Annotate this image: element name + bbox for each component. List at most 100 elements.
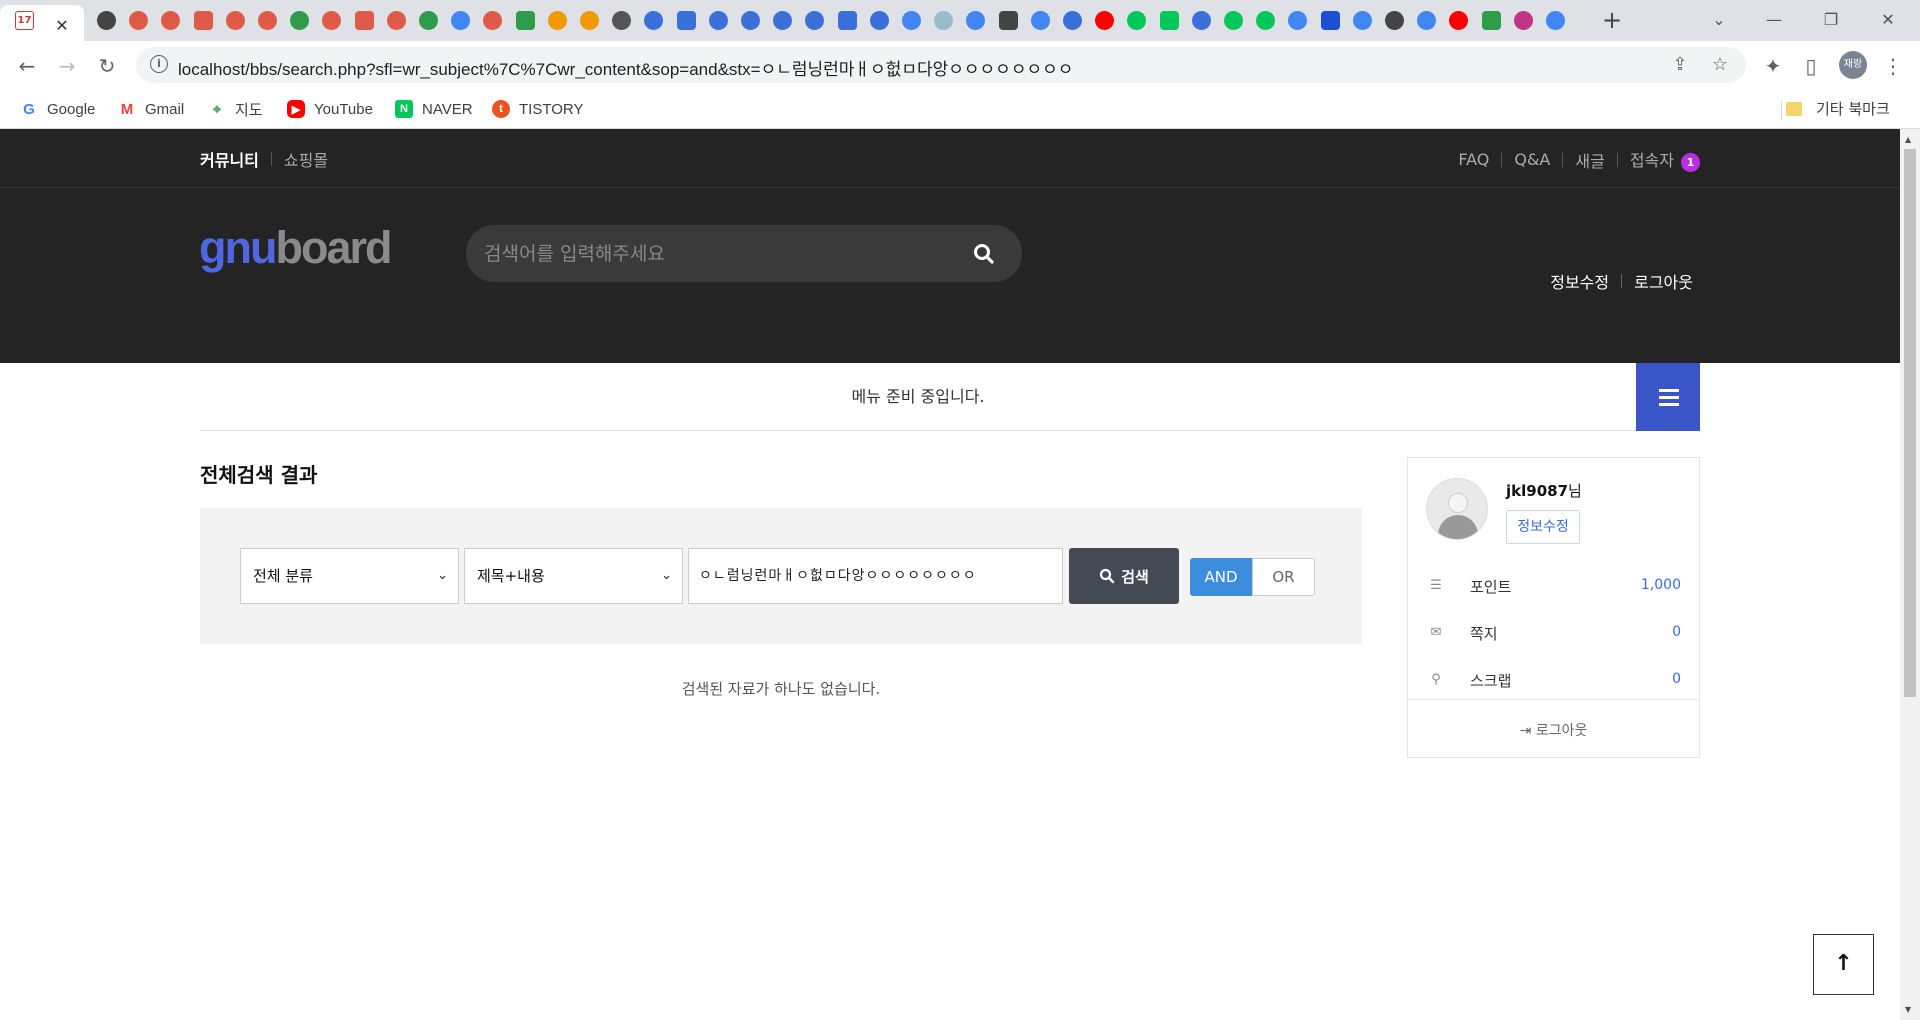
maximize-icon[interactable]: ❐ [1817, 8, 1845, 32]
hamburger-menu-button[interactable] [1636, 363, 1700, 431]
inactive-tab-favicon-icon[interactable] [741, 11, 760, 30]
inactive-tab-favicon-icon[interactable] [129, 11, 149, 30]
bookmark-maps[interactable]: ⌖ 지도 [208, 98, 263, 120]
profile-edit-button[interactable]: 정보수정 [1506, 510, 1580, 544]
inactive-tab-favicon-icon[interactable] [1191, 11, 1211, 30]
scrollbar-thumb[interactable] [1904, 149, 1916, 697]
visitors-link[interactable]: 접속자 1 [1630, 147, 1700, 172]
inactive-tab-favicon-icon[interactable] [547, 11, 567, 30]
bookmark-youtube[interactable]: ▶ YouTube [287, 98, 373, 120]
inactive-tab-favicon-icon[interactable] [1063, 11, 1082, 30]
inactive-tab-favicon-icon[interactable] [1224, 11, 1243, 30]
inactive-tab-favicon-icon[interactable] [290, 11, 310, 30]
shop-link[interactable]: 쇼핑몰 [284, 147, 328, 171]
inactive-tab-favicon-icon[interactable] [1159, 11, 1179, 30]
inactive-tab-favicon-icon[interactable] [1256, 11, 1276, 30]
inactive-tab-favicon-icon[interactable] [419, 11, 438, 30]
new-posts-link[interactable]: 새글 [1575, 148, 1604, 172]
inactive-tab-favicon-icon[interactable] [97, 11, 116, 30]
more-menu-icon[interactable]: ⋮ [1880, 53, 1906, 79]
page-scrollbar[interactable]: ▲ ▼ [1900, 129, 1920, 1020]
qna-link[interactable]: Q&A [1514, 150, 1550, 169]
inactive-tab-favicon-icon[interactable] [1546, 11, 1565, 30]
bookmark-naver[interactable]: N NAVER [395, 98, 473, 120]
inactive-tab-favicon-icon[interactable] [483, 11, 503, 30]
logout-link[interactable]: 로그아웃 [1634, 269, 1693, 293]
inactive-tab-favicon-icon[interactable] [644, 11, 664, 30]
inactive-tab-favicon-icon[interactable] [225, 11, 245, 30]
address-url[interactable]: localhost/bbs/search.php?sfl=wr_subject%… [178, 55, 1073, 80]
inactive-tab-favicon-icon[interactable] [998, 11, 1018, 30]
window-close-icon[interactable]: ✕ [1874, 8, 1902, 32]
messages-row[interactable]: ✉ 쪽지 0 [1428, 621, 1681, 645]
search-icon[interactable] [971, 241, 997, 267]
inactive-tab-favicon-icon[interactable] [322, 11, 342, 30]
share-icon[interactable]: ⇪ [1668, 53, 1692, 77]
extensions-puzzle-icon[interactable]: ✦ [1760, 53, 1786, 79]
profile-avatar[interactable]: 재랑 [1839, 51, 1867, 79]
field-select[interactable]: 제목+내용 ⌄ [464, 548, 683, 604]
points-row[interactable]: ☰ 포인트 1,000 [1428, 574, 1681, 598]
bookmark-google[interactable]: G Google [20, 98, 95, 120]
community-link[interactable]: 커뮤니티 [200, 147, 259, 171]
side-panel-icon[interactable]: ▯ [1798, 53, 1824, 79]
scroll-down-arrow-icon[interactable]: ▼ [1905, 1005, 1911, 1014]
inactive-tab-favicon-icon[interactable] [708, 11, 728, 30]
bookmark-gmail[interactable]: M Gmail [118, 98, 184, 120]
category-select[interactable]: 전체 분류 ⌄ [240, 548, 459, 604]
inactive-tab-favicon-icon[interactable] [1481, 11, 1501, 30]
inactive-tab-favicon-icon[interactable] [1513, 11, 1533, 30]
inactive-tab-favicon-icon[interactable] [1320, 11, 1340, 30]
inactive-tab-favicon-icon[interactable] [258, 11, 277, 30]
inactive-tab-favicon-icon[interactable] [1352, 11, 1372, 30]
profile-logout-button[interactable]: ⇥ 로그아웃 [1408, 720, 1699, 740]
inactive-tab-favicon-icon[interactable] [902, 11, 921, 30]
inactive-tab-favicon-icon[interactable] [580, 11, 599, 30]
active-tab[interactable]: 17 ✕ [0, 5, 84, 41]
inactive-tab-favicon-icon[interactable] [1385, 11, 1404, 30]
new-tab-button[interactable]: + [1600, 8, 1624, 33]
inactive-tab-favicon-icon[interactable] [612, 11, 632, 30]
reload-icon[interactable]: ↻ [94, 53, 120, 79]
inactive-tab-favicon-icon[interactable] [1127, 11, 1147, 30]
member-edit-link[interactable]: 정보수정 [1550, 269, 1609, 293]
inactive-tab-favicon-icon[interactable] [386, 11, 406, 30]
other-bookmarks-folder[interactable]: 기타 북마크 [1786, 98, 1890, 119]
inactive-tab-favicon-icon[interactable] [193, 11, 213, 30]
faq-link[interactable]: FAQ [1458, 150, 1489, 169]
inactive-tab-favicon-icon[interactable] [354, 11, 374, 30]
minimize-icon[interactable]: — [1760, 8, 1788, 32]
search-submit-button[interactable]: 검색 [1069, 548, 1179, 604]
or-operator-toggle[interactable]: OR [1252, 558, 1315, 596]
inactive-tab-favicon-icon[interactable] [676, 11, 696, 30]
scroll-up-arrow-icon[interactable]: ▲ [1905, 135, 1911, 144]
search-query-input[interactable]: ㅇㄴ럼닝런마ㅐㅇ헚ㅁ다앙ㅇㅇㅇㅇㅇㅇㅇㅇ [688, 548, 1063, 604]
inactive-tab-favicon-icon[interactable] [1095, 11, 1115, 30]
inactive-tab-favicon-icon[interactable] [805, 11, 825, 30]
inactive-tab-favicon-icon[interactable] [966, 11, 986, 30]
inactive-tab-favicon-icon[interactable] [161, 11, 181, 30]
inactive-tab-favicon-icon[interactable] [1417, 11, 1437, 30]
inactive-tab-favicon-icon[interactable] [451, 11, 471, 30]
address-bar[interactable]: i localhost/bbs/search.php?sfl=wr_subjec… [136, 47, 1746, 83]
inactive-tab-favicon-icon[interactable] [515, 11, 535, 30]
scroll-to-top-button[interactable]: ↑ [1813, 934, 1874, 995]
inactive-tab-favicon-icon[interactable] [1030, 11, 1050, 30]
scrap-row[interactable]: ⚲ 스크랩 0 [1428, 668, 1681, 692]
inactive-tab-favicon-icon[interactable] [1449, 11, 1469, 30]
site-info-icon[interactable]: i [150, 55, 168, 73]
gnuboard-logo[interactable]: gnuboard [199, 222, 392, 274]
bookmark-tistory[interactable]: t TISTORY [492, 98, 583, 120]
and-operator-toggle[interactable]: AND [1190, 558, 1252, 596]
inactive-tab-favicon-icon[interactable] [934, 11, 954, 30]
back-arrow-icon[interactable]: ← [14, 53, 40, 79]
inactive-tab-favicon-icon[interactable] [773, 11, 793, 30]
inactive-tab-favicon-icon[interactable] [1288, 11, 1308, 30]
bookmark-star-icon[interactable]: ☆ [1708, 53, 1732, 77]
site-search-input[interactable] [484, 225, 954, 282]
inactive-tab-favicon-icon[interactable] [837, 11, 857, 30]
tab-close-icon[interactable]: ✕ [52, 15, 72, 35]
tab-search-chevron-icon[interactable]: ⌄ [1705, 8, 1733, 32]
inactive-tab-favicon-icon[interactable] [869, 11, 889, 30]
forward-arrow-icon[interactable]: → [54, 53, 80, 79]
